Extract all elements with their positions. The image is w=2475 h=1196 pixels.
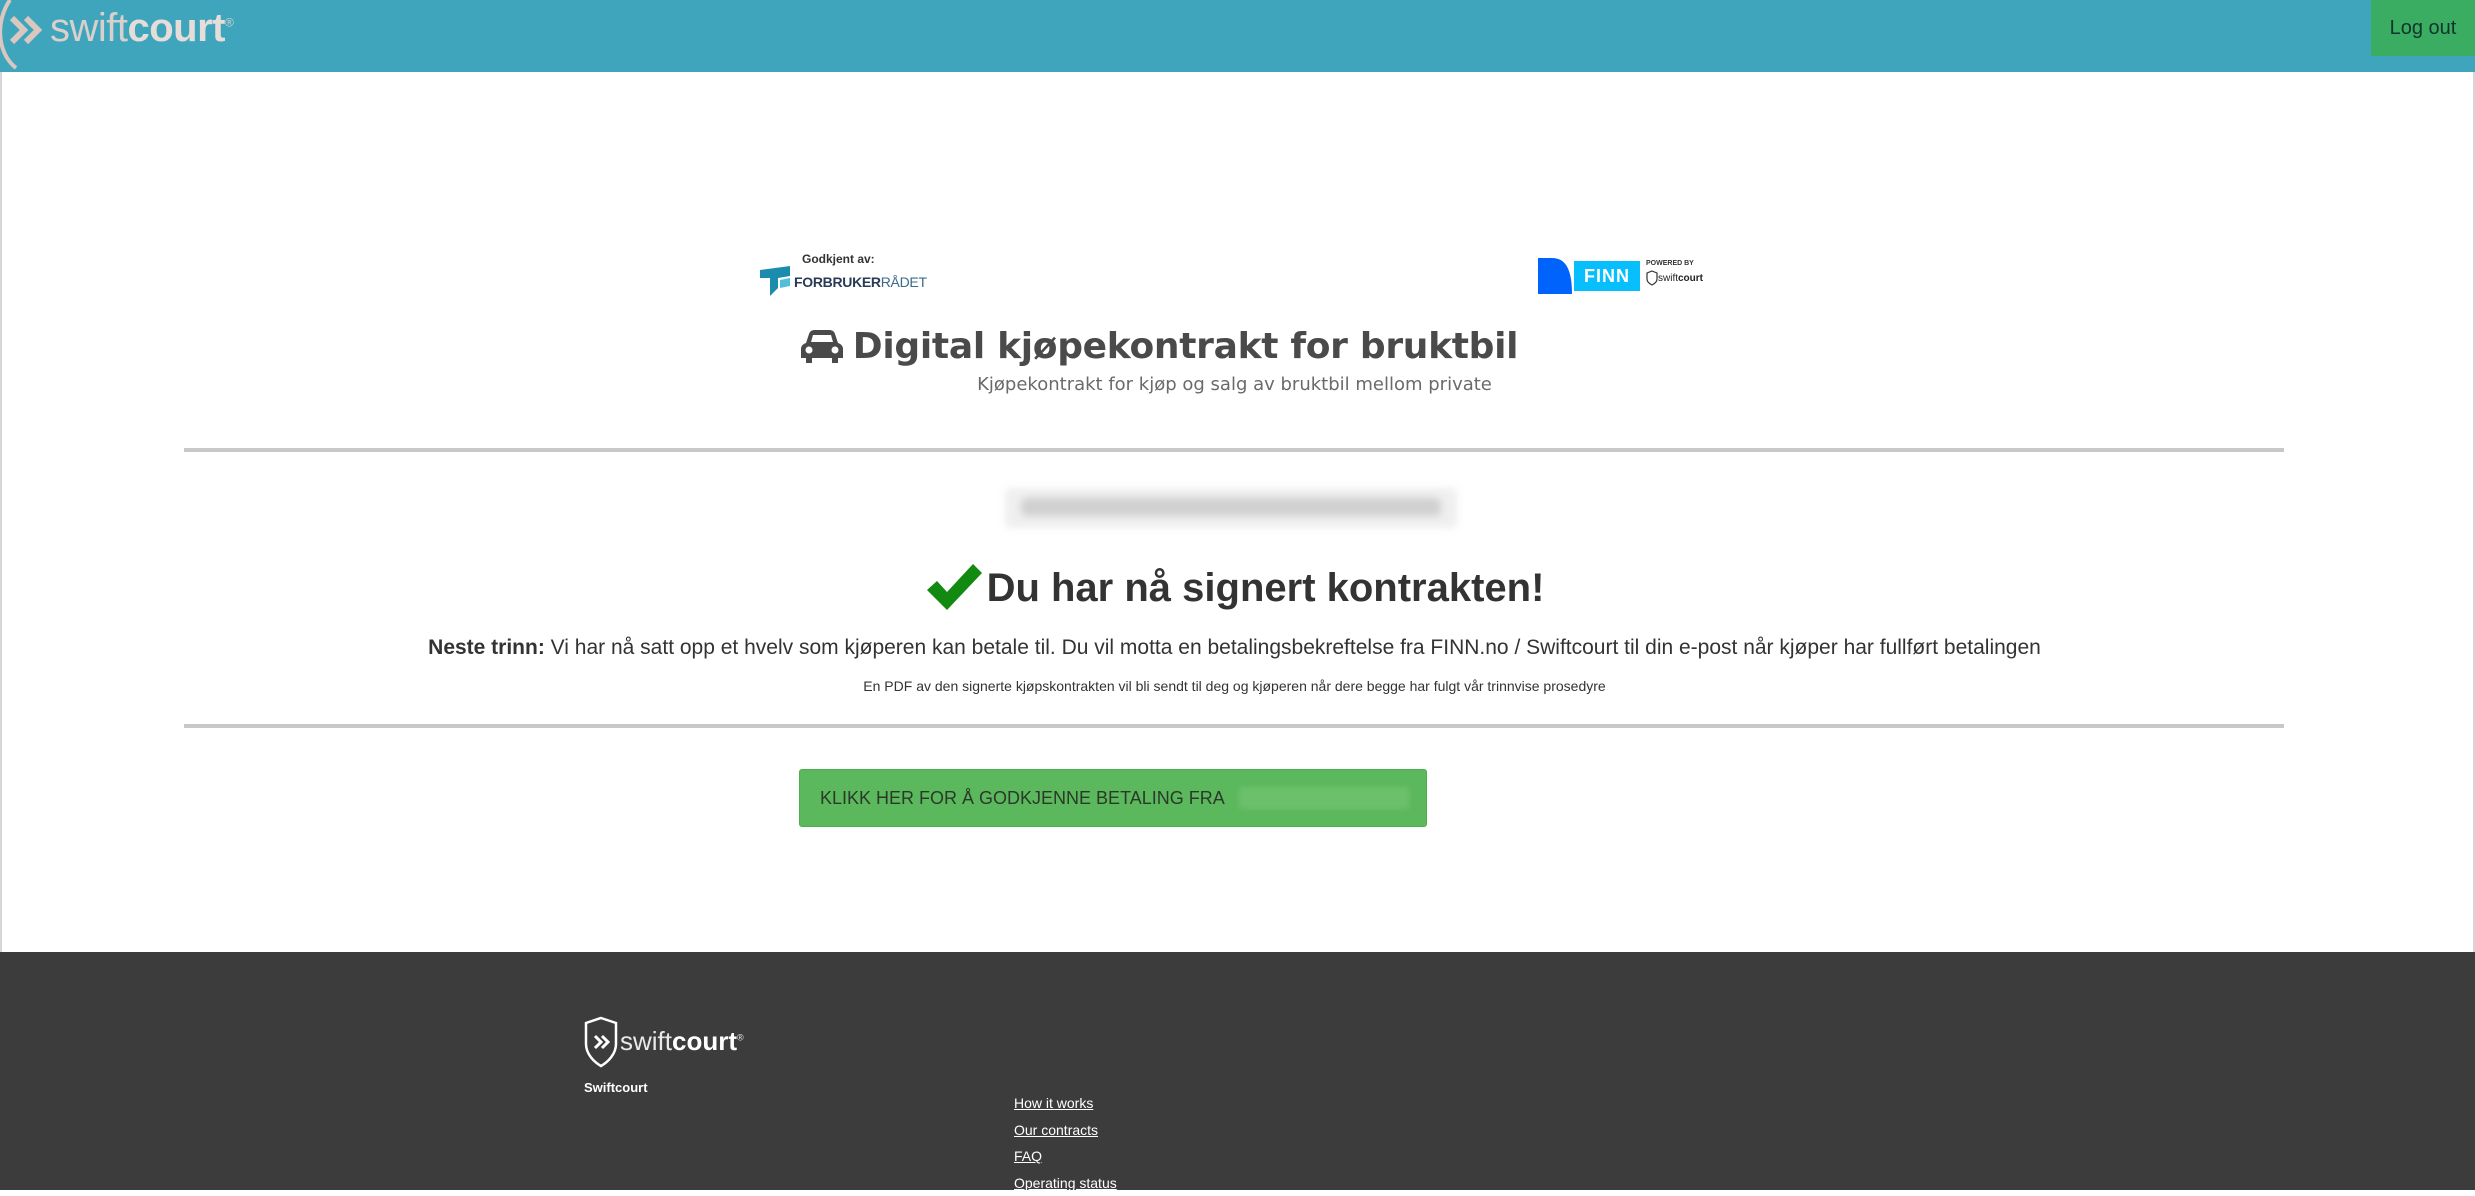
footer-link-how-it-works[interactable]: How it works (1014, 1090, 1117, 1117)
car-icon (801, 330, 843, 364)
page-title-row: Digital kjøpekontrakt for bruktbil (2, 326, 2475, 367)
footer-company-name: Swiftcourt (584, 1080, 648, 1095)
footer-link-our-contracts[interactable]: Our contracts (1014, 1117, 1117, 1144)
footer-brand-wordmark: swiftcourt® (620, 1026, 744, 1057)
brand-wordmark: swiftcourt® (50, 6, 233, 51)
swiftcourt-chevron-icon (0, 0, 46, 72)
footer-link-faq[interactable]: FAQ (1014, 1143, 1117, 1170)
page-subtitle: Kjøpekontrakt for kjøp og salg av bruktb… (2, 374, 2467, 395)
next-step-body: Vi har nå satt opp et hvelv som kjøperen… (545, 636, 2041, 659)
pdf-note: En PDF av den signerte kjøpskontrakten v… (2, 678, 2467, 694)
main-content: Godkjent av: FORBRUKERRÅDET FINN POWERED… (0, 72, 2475, 952)
footer-link-operating-status[interactable]: Operating status (1014, 1170, 1117, 1196)
footer-links: How it works Our contracts FAQ Operating… (1014, 1090, 1117, 1196)
powered-by-brand: swiftcourt (1646, 270, 1703, 286)
approve-payment-button[interactable]: KLIKK HER FOR Å GODKJENNE BETALING FRA (799, 769, 1427, 827)
divider-top (184, 448, 2284, 452)
approve-payment-label: KLIKK HER FOR Å GODKJENNE BETALING FRA (820, 788, 1225, 809)
top-navbar: swiftcourt® Log out (0, 0, 2475, 72)
divider-bottom (184, 724, 2284, 728)
redacted-name (1005, 488, 1457, 528)
finn-wordmark: FINN (1574, 261, 1640, 291)
finn-logo: FINN POWERED BY swiftcourt (1538, 258, 1718, 298)
success-title: Du har nå signert kontrakten! (987, 566, 1545, 611)
footer-swiftcourt-logo[interactable]: swiftcourt® (584, 1016, 754, 1068)
success-row: Du har nå signert kontrakten! (2, 562, 2467, 614)
swiftcourt-shield-icon (1646, 270, 1658, 286)
powered-by-label: POWERED BY (1646, 260, 1694, 267)
footer: swiftcourt® Swiftcourt How it works Our … (0, 952, 2475, 1190)
forbrukerradet-wordmark: FORBRUKERRÅDET (794, 274, 927, 290)
logout-button[interactable]: Log out (2371, 0, 2475, 56)
next-step-label: Neste trinn: (428, 636, 545, 659)
finn-shape-icon (1538, 258, 1572, 294)
page-title: Digital kjøpekontrakt for bruktbil (853, 326, 1518, 367)
swiftcourt-shield-icon (584, 1016, 618, 1068)
checkmark-icon (925, 562, 983, 614)
next-step-text: Neste trinn: Vi har nå satt opp et hvelv… (2, 636, 2467, 660)
redacted-buyer-name (1239, 787, 1409, 809)
forbrukerradet-flag-icon (760, 266, 794, 296)
approved-by-label: Godkjent av: (802, 252, 875, 266)
